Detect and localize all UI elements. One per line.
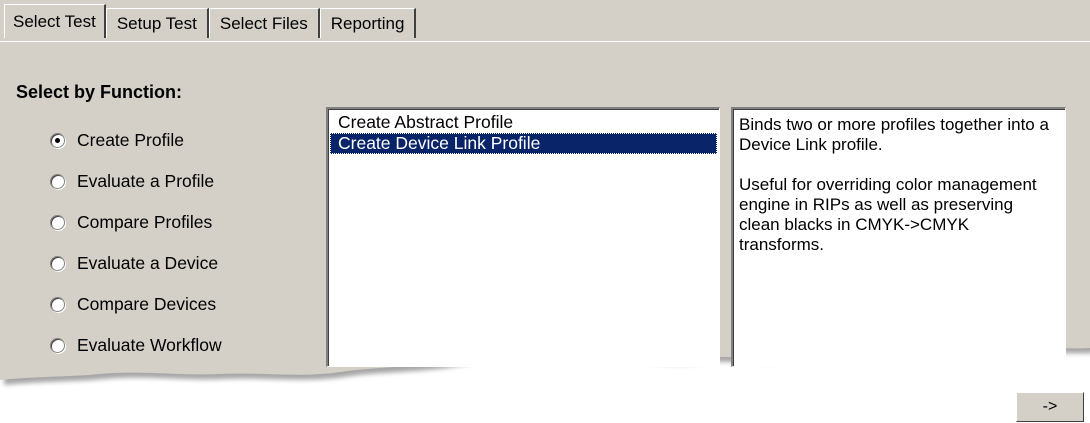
radio-label: Create Profile <box>77 130 184 150</box>
tab-setup-test[interactable]: Setup Test <box>105 8 209 38</box>
radio-label: Evaluate a Profile <box>77 171 215 191</box>
tab-reporting[interactable]: Reporting <box>319 8 417 38</box>
radio-evaluate-device[interactable]: Evaluate a Device <box>50 243 222 284</box>
test-listbox[interactable]: Create Abstract Profile Create Device Li… <box>326 107 720 367</box>
radio-button[interactable] <box>50 338 65 353</box>
radio-label: Evaluate Workflow <box>77 335 222 355</box>
tab-select-files[interactable]: Select Files <box>208 8 320 38</box>
radio-button[interactable] <box>50 297 65 312</box>
radio-compare-profiles[interactable]: Compare Profiles <box>50 202 222 243</box>
dialog-window: Select Test Setup Test Select Files Repo… <box>0 0 1090 423</box>
function-radio-group: Create Profile Evaluate a Profile Compar… <box>50 120 222 366</box>
list-item-create-device-link-profile[interactable]: Create Device Link Profile <box>330 133 717 154</box>
tab-strip-line <box>0 41 1090 42</box>
next-button[interactable]: -> <box>1016 392 1084 422</box>
radio-button-checked[interactable] <box>50 133 65 148</box>
description-paragraph: Useful for overriding color management e… <box>739 175 1037 254</box>
radio-create-profile[interactable]: Create Profile <box>50 120 222 161</box>
description-box: Binds two or more profiles together into… <box>731 107 1066 367</box>
tab-strip: Select Test Setup Test Select Files Repo… <box>4 4 417 38</box>
radio-label: Evaluate a Device <box>77 253 219 273</box>
list-item-create-abstract-profile[interactable]: Create Abstract Profile <box>330 112 717 133</box>
radio-evaluate-workflow[interactable]: Evaluate Workflow <box>50 325 222 366</box>
description-paragraph: Binds two or more profiles together into… <box>739 115 1049 154</box>
radio-button[interactable] <box>50 215 65 230</box>
tab-select-test[interactable]: Select Test <box>4 4 106 38</box>
radio-evaluate-profile[interactable]: Evaluate a Profile <box>50 161 222 202</box>
radio-button[interactable] <box>50 174 65 189</box>
radio-label: Compare Devices <box>77 294 217 314</box>
radio-label: Compare Profiles <box>77 212 213 232</box>
radio-compare-devices[interactable]: Compare Devices <box>50 284 222 325</box>
radio-button[interactable] <box>50 256 65 271</box>
section-title: Select by Function: <box>16 82 183 102</box>
